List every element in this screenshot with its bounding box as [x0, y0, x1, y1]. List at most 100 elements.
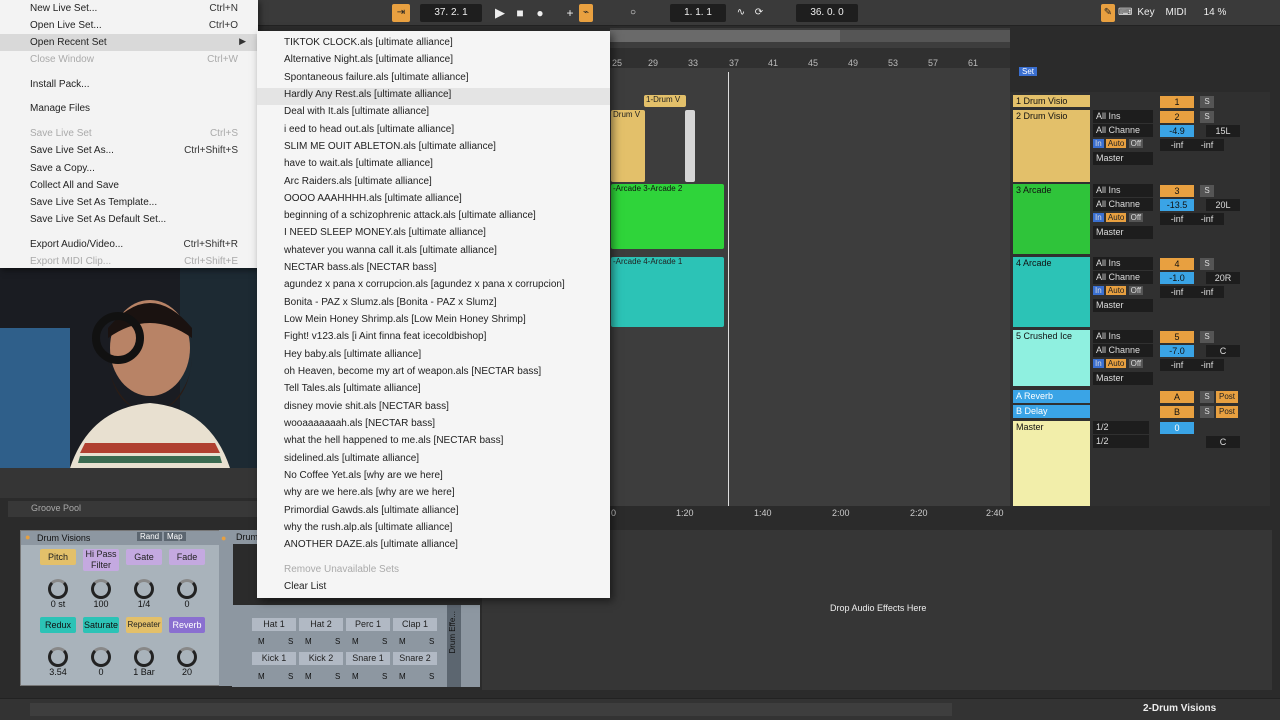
track-header-delay[interactable]: B Delay — [1013, 405, 1090, 418]
recent-set-item[interactable]: i eed to head out.als [ultimate alliance… — [284, 124, 454, 135]
input-type-select[interactable]: All Ins — [1093, 257, 1153, 270]
input-channel-select[interactable]: All Channe — [1093, 271, 1153, 284]
volume-field[interactable]: -13.5 — [1160, 199, 1194, 211]
drum-pad[interactable]: Kick 1 — [252, 652, 296, 665]
add-icon[interactable]: + — [563, 4, 577, 22]
loop-icon[interactable]: ⟳ — [752, 4, 766, 22]
recent-set-item[interactable]: Primordial Gawds.als [ultimate alliance] — [284, 505, 459, 516]
drum-pad[interactable]: Hat 2 — [299, 618, 343, 631]
menu-item-save-live-set[interactable]: Save Live Set — [30, 128, 92, 139]
recent-set-item[interactable]: why are we here.als [why are we here] — [284, 487, 455, 498]
output-select[interactable]: Master — [1093, 372, 1153, 385]
menu-item-close-window[interactable]: Close Window — [30, 54, 94, 65]
menu-item-collect-all-and-save[interactable]: Collect All and Save — [30, 180, 119, 191]
monitor-off[interactable]: Off — [1128, 213, 1144, 222]
rand-button[interactable]: Rand — [137, 532, 163, 541]
recent-set-item[interactable]: Hey baby.als [ultimate alliance] — [284, 349, 421, 360]
recent-set-item[interactable]: TIKTOK CLOCK.als [ultimate alliance] — [284, 37, 453, 48]
input-channel-select[interactable]: All Channe — [1093, 124, 1153, 137]
volume-field[interactable]: -7.0 — [1160, 345, 1194, 357]
recent-set-item[interactable]: Hardly Any Rest.als [ultimate alliance] — [284, 89, 451, 100]
clip-drum-1[interactable]: 1-Drum V — [644, 95, 686, 107]
macro-knob[interactable] — [91, 647, 111, 667]
track-activator[interactable]: A — [1160, 391, 1194, 403]
master-out-select[interactable]: 1/2 — [1093, 435, 1149, 448]
monitor-in[interactable]: In — [1093, 213, 1104, 222]
track-header-3[interactable]: 3 Arcade — [1013, 184, 1090, 254]
groove-pool-header[interactable]: Groove Pool — [8, 501, 258, 517]
solo-button[interactable]: S — [382, 637, 387, 646]
key-map-button[interactable]: Key — [1134, 4, 1158, 22]
output-select[interactable]: Master — [1093, 152, 1153, 165]
automation-arm-icon[interactable]: ⌁ — [579, 4, 593, 22]
chain-list[interactable]: ● — [219, 530, 233, 686]
monitor-row[interactable]: In Auto Off — [1093, 285, 1153, 297]
drum-pad[interactable]: Perc 1 — [346, 618, 390, 631]
monitor-in[interactable]: In — [1093, 359, 1104, 368]
input-type-select[interactable]: All Ins — [1093, 184, 1153, 197]
macro-knob[interactable] — [134, 647, 154, 667]
recent-set-item[interactable]: have to wait.als [ultimate alliance] — [284, 158, 433, 169]
pan-field[interactable]: 20L — [1206, 199, 1240, 211]
menu-item-new-live-set[interactable]: New Live Set... — [30, 3, 97, 14]
follow-icon[interactable]: ⇥ — [392, 4, 410, 22]
drum-pad[interactable]: Kick 2 — [299, 652, 343, 665]
mute-button[interactable]: M — [258, 672, 265, 681]
monitor-off[interactable]: Off — [1128, 359, 1144, 368]
solo-button[interactable]: S — [429, 672, 434, 681]
overview-bar[interactable] — [610, 30, 1010, 42]
menu-item-manage-files[interactable]: Manage Files — [30, 103, 90, 114]
mute-button[interactable]: M — [258, 637, 265, 646]
recent-set-item[interactable]: NECTAR bass.als [NECTAR bass] — [284, 262, 436, 273]
solo-button[interactable]: S — [335, 637, 340, 646]
map-button[interactable]: Map — [164, 532, 186, 541]
song-position[interactable]: 37. 2. 1 — [420, 4, 482, 22]
pan-field[interactable]: 15L — [1206, 125, 1240, 137]
pan-field[interactable]: C — [1206, 436, 1240, 448]
output-select[interactable]: Master — [1093, 226, 1153, 239]
track-activator[interactable]: 3 — [1160, 185, 1194, 197]
pan-field[interactable]: C — [1206, 345, 1240, 357]
pan-field[interactable]: 20R — [1206, 272, 1240, 284]
menu-item-save-as-template[interactable]: Save Live Set As Template... — [30, 197, 157, 208]
recent-set-item[interactable]: Spontaneous failure.als [ultimate allian… — [284, 72, 469, 83]
monitor-auto[interactable]: Auto — [1105, 359, 1127, 368]
output-select[interactable]: Master — [1093, 299, 1153, 312]
solo-button[interactable]: S — [429, 637, 434, 646]
track-activator[interactable]: 5 — [1160, 331, 1194, 343]
clear-list[interactable]: Clear List — [284, 581, 326, 592]
menu-item-export-audio-video[interactable]: Export Audio/Video... — [30, 239, 123, 250]
recent-set-item[interactable]: whatever you wanna call it.als [ultimate… — [284, 245, 497, 256]
solo-button[interactable]: S — [1200, 406, 1214, 418]
macro-knob[interactable] — [177, 647, 197, 667]
recent-set-item[interactable]: Deal with It.als [ultimate alliance] — [284, 106, 429, 117]
recent-set-item[interactable]: OOOO AAAHHHH.als [ultimate alliance] — [284, 193, 462, 204]
recent-set-item[interactable]: Low Mein Honey Shrimp.als [Low Mein Hone… — [284, 314, 526, 325]
send-post-button[interactable]: Post — [1216, 406, 1238, 418]
input-type-select[interactable]: All Ins — [1093, 110, 1153, 123]
macro-knob[interactable] — [48, 647, 68, 667]
monitor-auto[interactable]: Auto — [1105, 286, 1127, 295]
menu-item-save-a-copy[interactable]: Save a Copy... — [30, 163, 95, 174]
recent-set-item[interactable]: oh Heaven, become my art of weapon.als [… — [284, 366, 541, 377]
track-header-5[interactable]: 5 Crushed Ice — [1013, 330, 1090, 386]
drum-pad[interactable]: Hat 1 — [252, 618, 296, 631]
loop-length[interactable]: 36. 0. 0 — [796, 4, 858, 22]
volume-field[interactable]: 0 — [1160, 422, 1194, 434]
track-header-1[interactable]: 1 Drum Visio — [1013, 95, 1090, 107]
track-activator[interactable]: 2 — [1160, 111, 1194, 123]
solo-button[interactable]: S — [1200, 331, 1214, 343]
volume-field[interactable]: -1.0 — [1160, 272, 1194, 284]
track-activator[interactable]: B — [1160, 406, 1194, 418]
menu-item-save-as-default-set[interactable]: Save Live Set As Default Set... — [30, 214, 166, 225]
volume-field[interactable]: -4.9 — [1160, 125, 1194, 137]
solo-button[interactable]: S — [1200, 258, 1214, 270]
metronome-icon[interactable]: ○ — [626, 4, 640, 22]
recent-set-item[interactable]: Fight! v123.als [i Aint finna feat iceco… — [284, 331, 486, 342]
clip-drum-2b[interactable] — [685, 110, 695, 182]
mute-button[interactable]: M — [305, 637, 312, 646]
solo-button[interactable]: S — [1200, 185, 1214, 197]
solo-button[interactable]: S — [1200, 111, 1214, 123]
monitor-auto[interactable]: Auto — [1105, 213, 1127, 222]
solo-button[interactable]: S — [382, 672, 387, 681]
